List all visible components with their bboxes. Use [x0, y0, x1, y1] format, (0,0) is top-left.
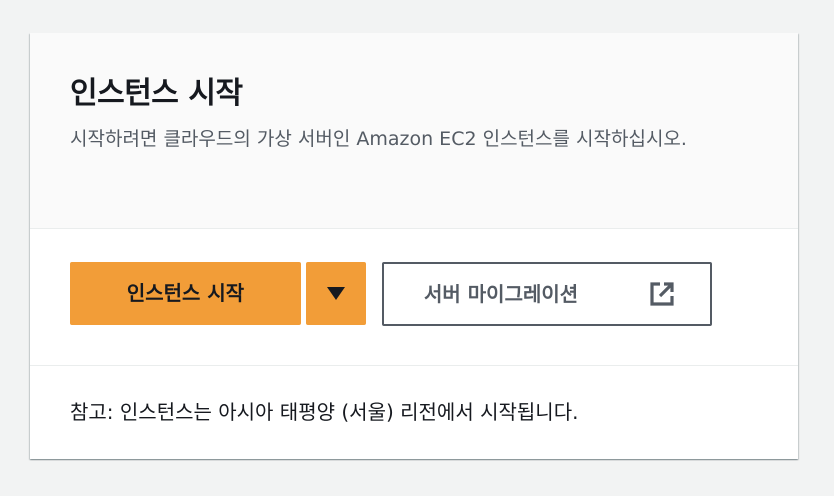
region-note: 참고: 인스턴스는 아시아 태평양 (서울) 리전에서 시작됩니다.: [70, 400, 579, 424]
card-title: 인스턴스 시작: [70, 76, 243, 111]
external-link-icon: [650, 282, 674, 306]
card-header: 인스턴스 시작 시작하려면 클라우드의 가상 서버인 Amazon EC2 인스…: [30, 33, 798, 229]
card-description: 시작하려면 클라우드의 가상 서버인 Amazon EC2 인스턴스를 시작하십…: [70, 128, 687, 150]
card-footer: 참고: 인스턴스는 아시아 태평양 (서울) 리전에서 시작됩니다.: [30, 366, 798, 459]
card-actions: 인스턴스 시작 서버 마이그레이션: [30, 229, 798, 366]
launch-instance-card: 인스턴스 시작 시작하려면 클라우드의 가상 서버인 Amazon EC2 인스…: [30, 33, 798, 459]
launch-options-dropdown-button[interactable]: [306, 262, 366, 325]
caret-down-icon: [327, 287, 345, 300]
migrate-server-button[interactable]: 서버 마이그레이션: [382, 262, 712, 326]
launch-instance-button[interactable]: 인스턴스 시작: [70, 262, 301, 325]
migrate-server-label: 서버 마이그레이션: [424, 282, 579, 306]
